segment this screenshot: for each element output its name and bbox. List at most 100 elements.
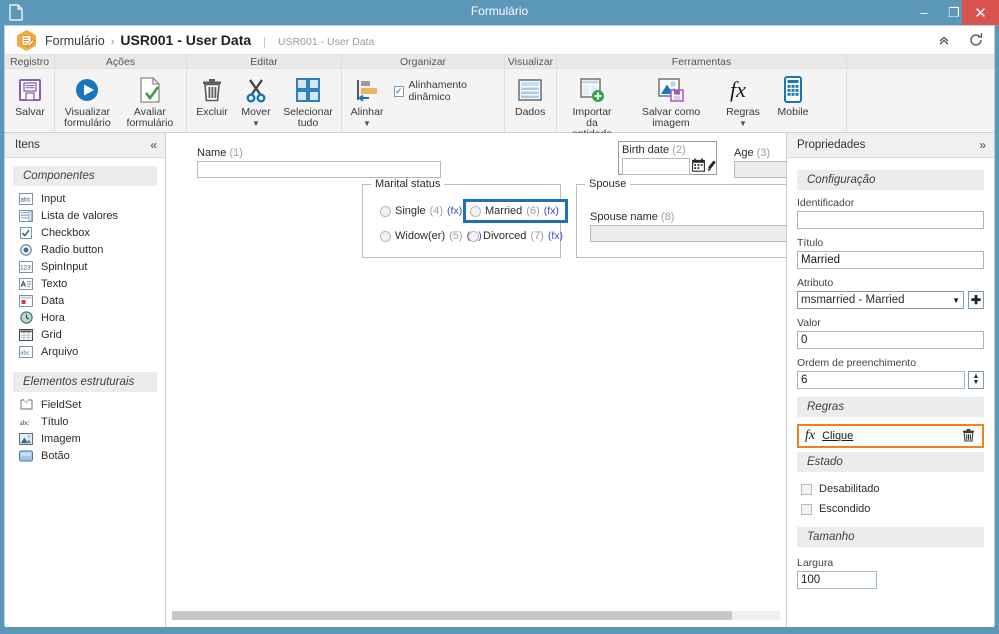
item-spininput[interactable]: 123 SpinInput bbox=[13, 258, 157, 275]
breadcrumb-root[interactable]: Formulário bbox=[45, 34, 105, 48]
item-input[interactable]: abc Input bbox=[13, 190, 157, 207]
fieldset-spouse[interactable]: Spouse Spouse name (8) bbox=[576, 178, 786, 258]
data-button[interactable]: Dados bbox=[509, 73, 551, 120]
chevron-down-icon[interactable]: ▼ bbox=[363, 120, 371, 128]
title-bar: Formulário – ❐ ✕ bbox=[0, 0, 999, 25]
checkbox-icon bbox=[801, 483, 812, 495]
form-app-logo-icon bbox=[15, 29, 38, 52]
item-label: Grid bbox=[41, 328, 62, 341]
evaluate-form-label: Avaliar formulário bbox=[126, 106, 174, 129]
atributo-select[interactable]: msmarried - Married ▼ bbox=[797, 291, 964, 309]
item-label: SpinInput bbox=[41, 260, 88, 273]
checkbox-icon bbox=[19, 226, 33, 240]
state-desabilitado[interactable]: Desabilitado bbox=[797, 479, 984, 499]
radio-divorced-fx-link[interactable]: (fx) bbox=[548, 230, 563, 242]
field-age-input[interactable] bbox=[734, 161, 786, 178]
main-area: Itens « Componentes abc Input Lista de v… bbox=[5, 133, 994, 627]
chevron-down-icon[interactable]: ▼ bbox=[252, 120, 260, 128]
close-button[interactable]: ✕ bbox=[962, 0, 999, 25]
form-canvas[interactable]: Name (1) Birth date (2) Age (3) Marital … bbox=[166, 133, 786, 611]
radio-single[interactable]: Single (4) (fx) bbox=[380, 205, 462, 217]
prop-largura-label: Largura bbox=[797, 557, 834, 569]
import-entity-button[interactable]: Importar da entidade bbox=[561, 73, 623, 142]
chevron-up-double-icon[interactable] bbox=[934, 30, 954, 50]
save-button[interactable]: Salvar bbox=[9, 73, 51, 120]
state-escondido[interactable]: Escondido bbox=[797, 499, 984, 519]
item-arquivo[interactable]: abc Arquivo bbox=[13, 343, 157, 360]
fieldset-marital-status[interactable]: Marital status Single (4) (fx) Married (… bbox=[362, 178, 568, 258]
item-label: Botão bbox=[41, 449, 70, 462]
item-radio-button[interactable]: Radio button bbox=[13, 241, 157, 258]
field-birth-date[interactable]: Birth date (2) bbox=[618, 141, 717, 175]
refresh-icon[interactable] bbox=[966, 30, 986, 50]
minimize-button[interactable]: – bbox=[909, 0, 939, 25]
radio-married-fx-link[interactable]: (fx) bbox=[544, 205, 559, 217]
ribbon-toolbar: Registro Salvar Ações Visualizar formulá… bbox=[5, 55, 994, 140]
chevron-right-double-icon[interactable]: » bbox=[979, 138, 986, 152]
field-age[interactable]: Age (3) bbox=[734, 147, 786, 178]
item-checkbox[interactable]: Checkbox bbox=[13, 224, 157, 241]
radio-married[interactable]: Married (6) (fx) bbox=[463, 199, 568, 223]
scrollbar-thumb[interactable] bbox=[172, 611, 732, 620]
evaluate-form-button[interactable]: Avaliar formulário bbox=[118, 73, 182, 131]
breadcrumb-divider: | bbox=[263, 36, 267, 48]
rules-button-label: Regras bbox=[726, 106, 760, 118]
item-data[interactable]: Data bbox=[13, 292, 157, 309]
item-lista-de-valores[interactable]: Lista de valores bbox=[13, 207, 157, 224]
save-as-image-button[interactable]: Salvar como imagem bbox=[625, 73, 717, 131]
item-fieldset[interactable]: xy FieldSet bbox=[13, 396, 157, 413]
chevron-left-double-icon[interactable]: « bbox=[150, 138, 157, 152]
field-spouse-name-input[interactable] bbox=[590, 225, 786, 242]
atributo-select-value: msmarried - Married bbox=[801, 294, 905, 306]
largura-input[interactable]: 100 bbox=[797, 571, 877, 589]
field-birth-date-order: (2) bbox=[672, 144, 686, 156]
rules-button[interactable]: fx Regras ▼ bbox=[719, 73, 767, 129]
item-imagem[interactable]: Imagem bbox=[13, 430, 157, 447]
rule-clique-link[interactable]: Clique bbox=[822, 430, 853, 442]
radio-widower[interactable]: Widow(er) (5) (fx) bbox=[380, 230, 482, 242]
item-texto[interactable]: Texto bbox=[13, 275, 157, 292]
valor-input[interactable]: 0 bbox=[797, 331, 984, 349]
value-list-icon bbox=[19, 209, 33, 223]
preview-form-button[interactable]: Visualizar formulário bbox=[59, 73, 116, 131]
radio-single-fx-link[interactable]: (fx) bbox=[447, 205, 462, 217]
date-picker-icon[interactable] bbox=[707, 159, 719, 175]
align-button-label: Alinhar bbox=[350, 106, 384, 118]
item-botao[interactable]: Botão bbox=[13, 447, 157, 464]
dynamic-alignment-checkbox[interactable]: ✓ Alinhamento dinâmico bbox=[390, 73, 500, 103]
fieldset-icon: xy bbox=[19, 398, 33, 412]
item-label: Arquivo bbox=[41, 345, 79, 358]
trash-icon[interactable] bbox=[962, 428, 975, 445]
align-button[interactable]: Alinhar ▼ bbox=[346, 73, 388, 129]
delete-button[interactable]: Excluir bbox=[191, 73, 233, 120]
section-estado: Estado bbox=[797, 452, 984, 472]
ribbon-filler-label bbox=[847, 55, 994, 69]
field-spouse-name[interactable]: Spouse name (8) bbox=[590, 211, 786, 242]
horizontal-scrollbar[interactable] bbox=[166, 611, 786, 627]
select-all-button[interactable]: Selecionar tudo bbox=[279, 73, 337, 131]
breadcrumb-separator: › bbox=[110, 36, 115, 48]
field-birth-date-input[interactable] bbox=[622, 158, 690, 175]
ribbon-group-ferramentas: Ferramentas Importar da Salvar como imag… bbox=[557, 55, 847, 140]
titulo-input[interactable]: Married bbox=[797, 251, 984, 269]
item-hora[interactable]: Hora bbox=[13, 309, 157, 326]
scrollbar-track[interactable] bbox=[172, 611, 780, 620]
identificador-input[interactable] bbox=[797, 211, 984, 229]
mobile-button[interactable]: Mobile bbox=[769, 73, 817, 120]
chevron-down-icon[interactable]: ▼ bbox=[739, 120, 747, 128]
field-name-input[interactable] bbox=[197, 161, 441, 178]
rule-row-clique[interactable]: fx Clique bbox=[797, 424, 984, 448]
radio-divorced[interactable]: Divorced (7) (fx) bbox=[468, 230, 563, 242]
ordem-input[interactable]: 6 bbox=[797, 371, 965, 389]
field-name[interactable]: Name (1) bbox=[197, 147, 441, 178]
ordem-stepper[interactable]: ▲ ▼ bbox=[968, 371, 984, 389]
add-attribute-button[interactable]: ✚ bbox=[968, 291, 984, 309]
calendar-icon[interactable] bbox=[692, 158, 705, 175]
abc-title-icon: abc bbox=[19, 415, 33, 429]
item-titulo[interactable]: abc Título bbox=[13, 413, 157, 430]
item-grid[interactable]: Grid bbox=[13, 326, 157, 343]
data-button-label: Dados bbox=[515, 106, 546, 118]
prop-valor: Valor 0 bbox=[797, 317, 984, 349]
scissors-icon bbox=[243, 75, 269, 105]
move-button[interactable]: Mover ▼ bbox=[235, 73, 277, 129]
